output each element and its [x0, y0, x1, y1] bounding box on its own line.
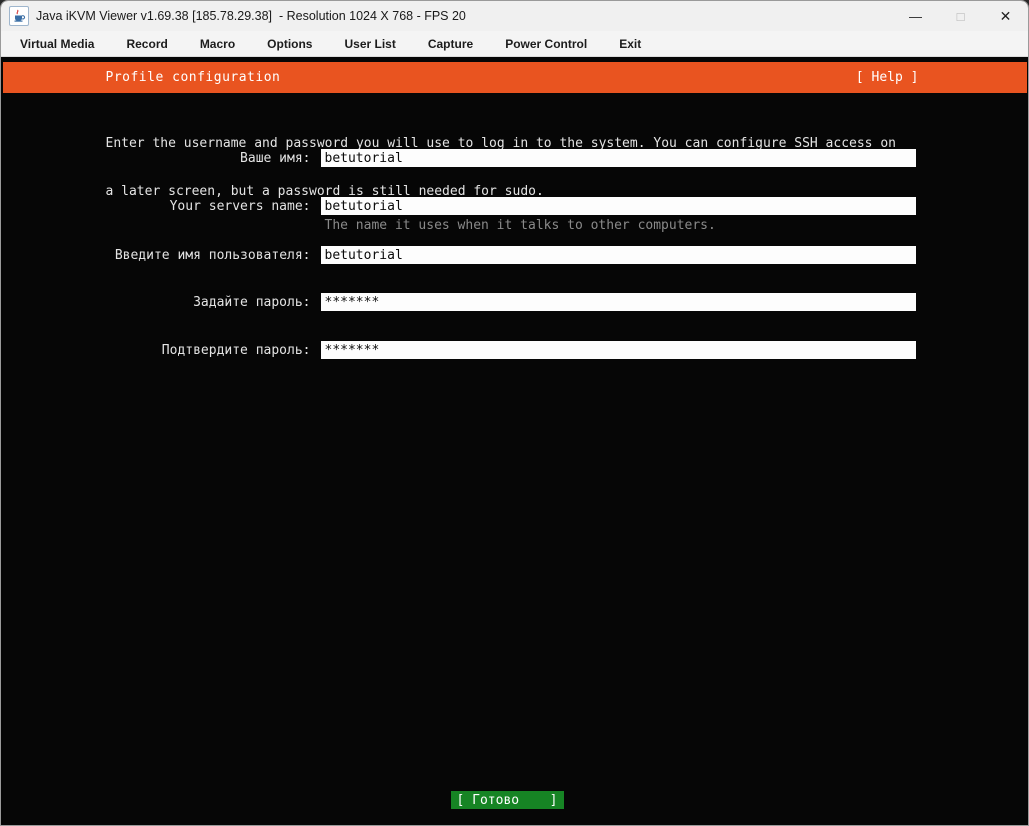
done-button[interactable]: [ Готово ]	[451, 791, 564, 809]
server-name-label: Your servers name:	[3, 199, 311, 214]
form-row-server-name: Your servers name:	[3, 197, 916, 215]
confirm-password-input[interactable]	[321, 341, 916, 359]
page-title: Profile configuration	[106, 70, 281, 85]
minimize-button[interactable]: —	[893, 1, 938, 31]
server-name-hint: The name it uses when it talks to other …	[325, 218, 716, 233]
form-row-password: Задайте пароль:	[3, 293, 916, 311]
form-row-username: Введите имя пользователя:	[3, 246, 916, 264]
done-button-label: [ Готово	[457, 793, 520, 808]
username-label: Введите имя пользователя:	[3, 248, 311, 263]
password-input[interactable]	[321, 293, 916, 311]
maximize-icon: □	[957, 9, 965, 24]
server-name-input[interactable]	[321, 197, 916, 215]
menu-exit[interactable]: Exit	[610, 31, 650, 56]
menu-bar: Virtual Media Record Macro Options User …	[1, 31, 1028, 57]
form-row-your-name: Ваше имя:	[3, 149, 916, 167]
confirm-password-label: Подтвердите пароль:	[3, 343, 311, 358]
remote-console-screen: Profile configuration [ Help ] Enter the…	[3, 57, 1027, 826]
java-icon	[9, 6, 29, 26]
done-button-close-bracket: ]	[550, 793, 558, 808]
installer-header-bar: Profile configuration [ Help ]	[3, 62, 1027, 93]
password-label: Задайте пароль:	[3, 295, 311, 310]
menu-virtual-media[interactable]: Virtual Media	[11, 31, 103, 56]
menu-macro[interactable]: Macro	[191, 31, 244, 56]
window-title: Java iKVM Viewer v1.69.38 [185.78.29.38]…	[36, 9, 466, 23]
ikvm-viewer-window: Java iKVM Viewer v1.69.38 [185.78.29.38]…	[0, 0, 1029, 826]
menu-options[interactable]: Options	[258, 31, 321, 56]
form-row-confirm-password: Подтвердите пароль:	[3, 341, 916, 359]
menu-record[interactable]: Record	[117, 31, 176, 56]
title-bar: Java iKVM Viewer v1.69.38 [185.78.29.38]…	[1, 1, 1028, 31]
close-icon: ✕	[1000, 8, 1012, 25]
username-input[interactable]	[321, 246, 916, 264]
minimize-icon: —	[909, 9, 922, 24]
menu-user-list[interactable]: User List	[335, 31, 404, 56]
maximize-button[interactable]: □	[938, 1, 983, 31]
your-name-label: Ваше имя:	[3, 151, 311, 166]
help-button[interactable]: [ Help ]	[856, 70, 919, 85]
menu-capture[interactable]: Capture	[419, 31, 482, 56]
menu-power-control[interactable]: Power Control	[496, 31, 596, 56]
close-button[interactable]: ✕	[983, 1, 1028, 31]
your-name-input[interactable]	[321, 149, 916, 167]
